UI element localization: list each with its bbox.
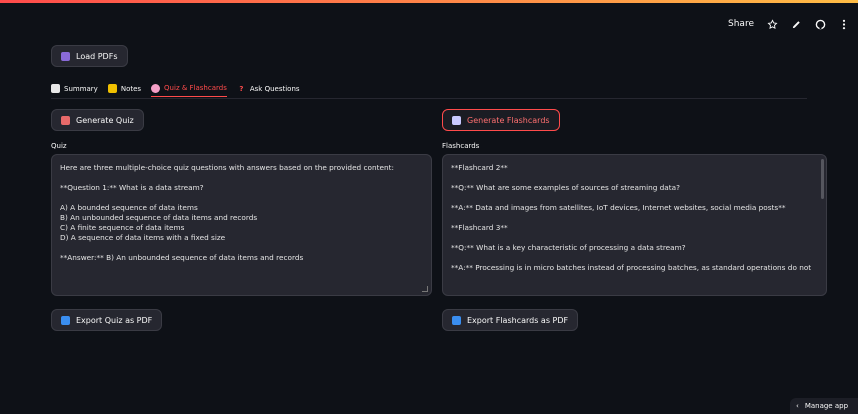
text-line: D) A sequence of data items with a fixed… [60,233,226,242]
text-line: **Answer:** B) An unbounded sequence of … [60,253,304,262]
edit-pencil-icon[interactable] [790,18,802,30]
question-icon: ? [239,84,244,93]
share-button[interactable]: Share [728,19,754,29]
export-quiz-button[interactable]: Export Quiz as PDF [51,309,163,331]
tab-notes[interactable]: Notes [107,80,141,97]
text-line [60,243,423,253]
text-line [451,193,818,203]
flashcards-text: **Flashcard 2** **Q:** What are some exa… [451,163,818,273]
star-icon[interactable] [766,18,778,30]
download-icon [61,315,70,325]
load-pdfs-button[interactable]: Load PDFs [51,45,128,67]
text-line [451,213,818,223]
generate-flashcards-button[interactable]: Generate Flashcards [442,109,560,131]
text-line [60,193,423,203]
brain-icon [151,83,161,93]
top-decoration-bar [0,0,858,3]
page-icon [51,84,60,93]
top-toolbar: Share [728,14,850,34]
text-line: **Q:** What are some examples of sources… [451,183,680,192]
tab-summary[interactable]: Summary [51,80,98,97]
more-menu-icon[interactable] [838,18,850,30]
text-line: **Q:** What is a key characteristic of p… [451,243,686,252]
scrollbar[interactable] [821,159,824,199]
card-index-icon [452,115,461,125]
quiz-text: Here are three multiple-choice quiz ques… [60,163,423,263]
tab-divider [51,98,807,99]
notebook-icon [107,84,117,93]
folder-icon [61,51,70,61]
tab-ask-questions[interactable]: ? Ask Questions [237,80,299,97]
download-icon [452,315,461,325]
tab-quiz-flashcards[interactable]: Quiz & Flashcards [151,80,227,97]
text-line: B) An unbounded sequence of data items a… [60,213,258,222]
export-flashcards-button[interactable]: Export Flashcards as PDF [442,309,579,331]
text-line: **Flashcard 3** [451,223,508,232]
text-line [451,173,818,183]
text-line [451,233,818,243]
text-line [451,253,818,263]
quiz-label: Quiz [51,142,67,150]
chevron-left-icon: ‹ [796,402,799,410]
text-line: **A:** Processing is in micro batches in… [451,263,812,272]
text-line: C) A finite sequence of data items [60,223,185,232]
manage-app-button[interactable]: ‹ Manage app [790,398,858,414]
text-line: **Question 1:** What is a data stream? [60,183,204,192]
resize-handle[interactable] [422,286,428,292]
text-line: A) A bounded sequence of data items [60,203,198,212]
memo-icon [61,115,70,125]
tab-bar: Summary Notes Quiz & Flashcards ? Ask Qu… [51,80,300,98]
text-line [60,173,423,183]
generate-quiz-button[interactable]: Generate Quiz [51,109,144,131]
text-line: **Flashcard 2** [451,163,508,172]
flashcards-textarea[interactable]: **Flashcard 2** **Q:** What are some exa… [442,154,827,296]
text-line: **A:** Data and images from satellites, … [451,203,786,212]
text-line: Here are three multiple-choice quiz ques… [60,163,394,172]
flashcards-label: Flashcards [442,142,480,150]
quiz-textarea[interactable]: Here are three multiple-choice quiz ques… [51,154,432,296]
github-icon[interactable] [814,18,826,30]
